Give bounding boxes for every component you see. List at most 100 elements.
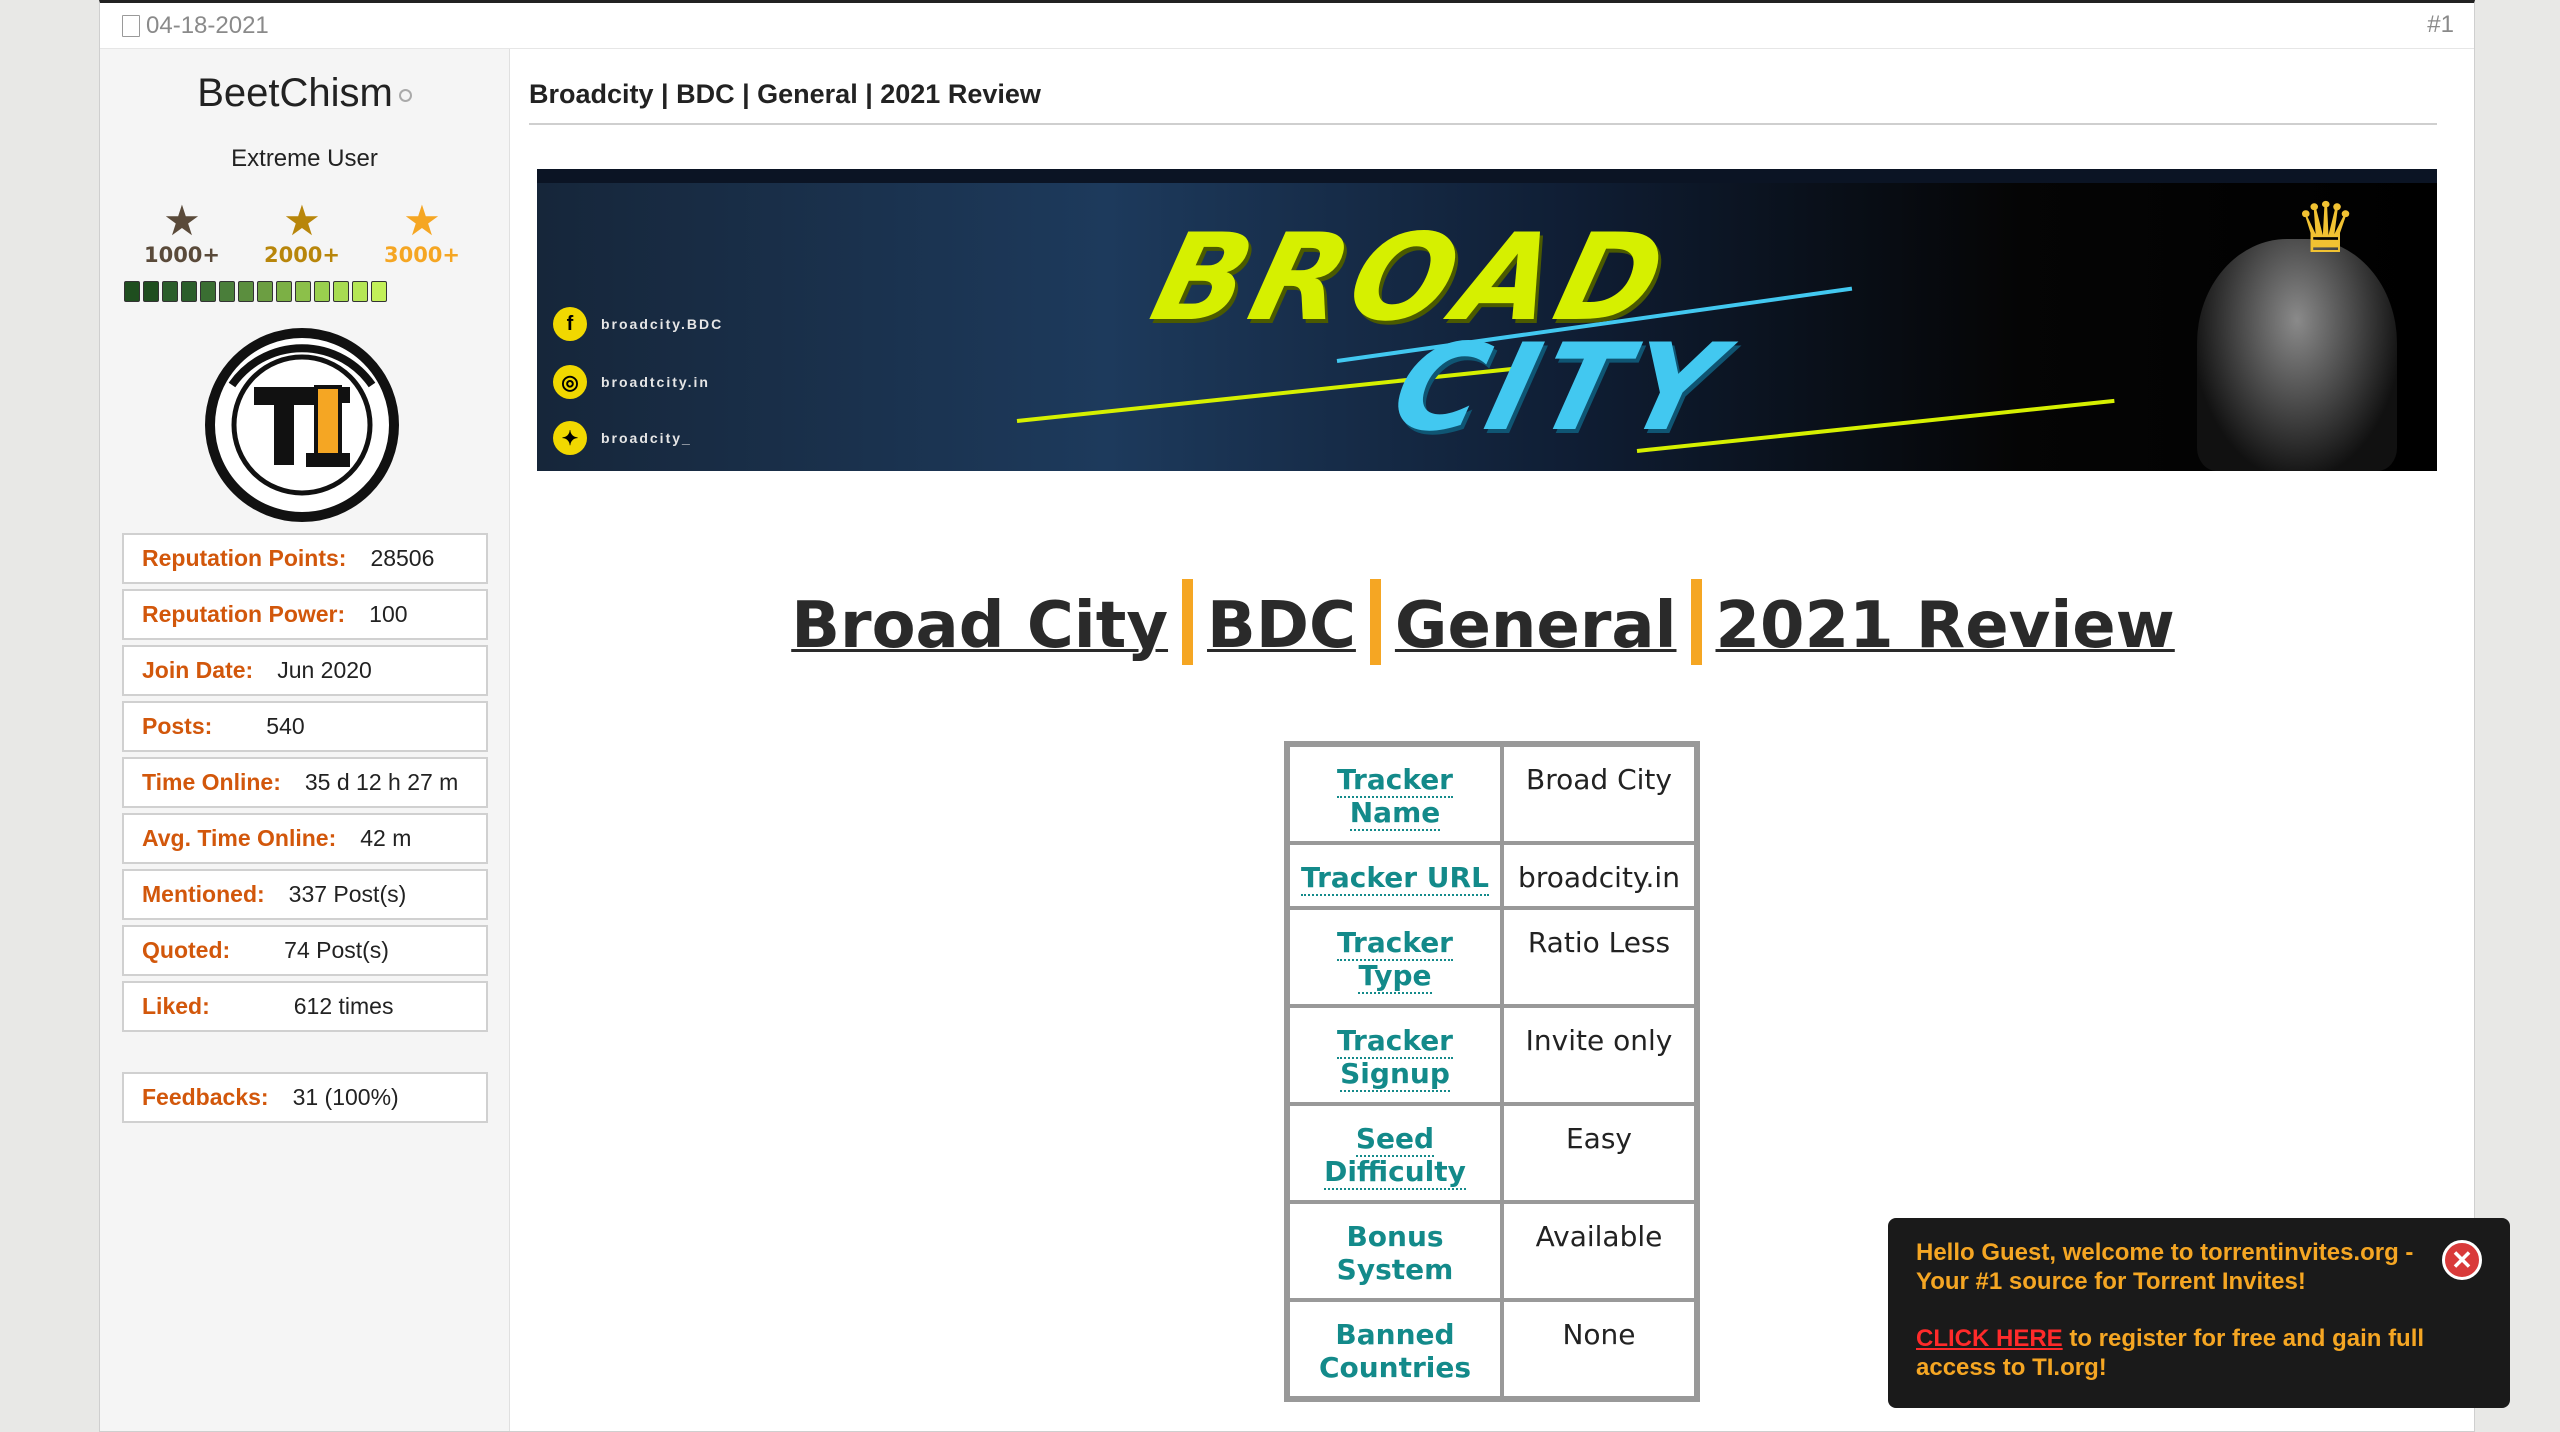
instagram-icon: ◎: [553, 365, 587, 399]
stat-posts: Posts: 540: [122, 701, 488, 752]
popup-welcome-text: Hello Guest, welcome to torrentinvites.o…: [1916, 1239, 2414, 1295]
stat-label: Mentioned:: [142, 881, 265, 907]
post-title: Broadcity | BDC | General | 2021 Review: [529, 79, 1041, 109]
rank-badge-3000: ★ 3000+: [362, 199, 482, 268]
stat-avg-time-online: Avg. Time Online: 42 m: [122, 813, 488, 864]
table-row: Tracker Signup Invite only: [1288, 1006, 1696, 1104]
click-here-link[interactable]: CLICK HERE: [1916, 1325, 2063, 1352]
stat-reputation-power: Reputation Power: 100: [122, 589, 488, 640]
reputation-segment: [143, 281, 159, 302]
close-icon[interactable]: ✕: [2442, 1240, 2482, 1280]
stat-label: Quoted:: [142, 937, 231, 963]
facebook-icon: f: [553, 307, 587, 341]
seed-difficulty-label[interactable]: Seed Difficulty: [1324, 1122, 1466, 1190]
avatar[interactable]: TI: [202, 325, 402, 525]
stat-label: Feedbacks:: [142, 1084, 269, 1110]
rank-badge-2000: ★ 2000+: [242, 197, 362, 268]
heading-separator: [1182, 579, 1194, 665]
row-label[interactable]: Tracker Type: [1288, 908, 1502, 1006]
stat-value: 612 times: [293, 993, 394, 1019]
stat-time-online: Time Online: 35 d 12 h 27 m: [122, 757, 488, 808]
avatar-text: TI: [202, 325, 204, 326]
post-header: 04-18-2021 #1: [100, 3, 2474, 49]
heading-separator: [1690, 579, 1702, 665]
stat-label: Reputation Points:: [142, 545, 347, 571]
row-value: Easy: [1502, 1104, 1696, 1202]
reputation-segment: [181, 281, 197, 302]
rank-label: 1000+: [143, 243, 221, 267]
tracker-info-table: Tracker Name Broad City Tracker URL broa…: [1284, 741, 1700, 1402]
stat-value: 28506: [370, 545, 435, 571]
tracker-name-label[interactable]: Tracker Name: [1337, 763, 1453, 831]
stat-quoted: Quoted: 74 Post(s): [122, 925, 488, 976]
stat-reputation-points: Reputation Points: 28506: [122, 533, 488, 584]
guest-welcome-popup: ✕ Hello Guest, welcome to torrentinvites…: [1888, 1218, 2510, 1408]
heading-part-3: General: [1394, 589, 1677, 663]
stat-value: 337 Post(s): [288, 881, 407, 907]
row-value: Ratio Less: [1502, 908, 1696, 1006]
social-handle: broadtcity.in: [601, 374, 710, 390]
heading-part-1: Broad City: [791, 589, 1169, 663]
row-label: Banned Countries: [1288, 1300, 1502, 1398]
stat-join-date: Join Date: Jun 2020: [122, 645, 488, 696]
reputation-segment: [276, 281, 292, 302]
popup-register-text: CLICK HERE to register for free and gain…: [1916, 1324, 2482, 1382]
stat-feedbacks[interactable]: Feedbacks: 31 (100%): [122, 1072, 488, 1123]
banner-top-strip: [537, 169, 2437, 183]
reputation-segment: [238, 281, 254, 302]
user-info-sidebar: BeetChism Extreme User ★ 1000+ ★ 2000+ ★…: [100, 49, 510, 1431]
twitter-icon: ✦: [553, 421, 587, 455]
table-row: Banned Countries None: [1288, 1300, 1696, 1398]
banner-social-facebook: f broadcity.BDC: [553, 307, 723, 341]
reputation-segment: [333, 281, 349, 302]
social-handle: broadcity.BDC: [601, 316, 724, 332]
table-row: Tracker URL broadcity.in: [1288, 843, 1696, 908]
reputation-segment: [200, 281, 216, 302]
row-value: Broad City: [1502, 745, 1696, 843]
rank-badge-1000: ★ 1000+: [122, 197, 242, 268]
tracker-url-label[interactable]: Tracker URL: [1301, 861, 1489, 896]
star-icon: ★: [163, 197, 201, 244]
reputation-segment: [314, 281, 330, 302]
stat-label: Liked:: [142, 993, 210, 1019]
reputation-segment: [371, 281, 387, 302]
stat-value: 31 (100%): [292, 1084, 399, 1110]
lion-image: [2197, 239, 2397, 471]
heading-part-2: BDC: [1207, 589, 1356, 663]
post-number-link[interactable]: #1: [2427, 11, 2454, 39]
post-date-wrap: 04-18-2021: [122, 12, 269, 40]
stat-value: 74 Post(s): [284, 937, 389, 963]
row-label[interactable]: Tracker URL: [1288, 843, 1502, 908]
offline-status-icon: [398, 88, 412, 102]
table-row: Bonus System Available: [1288, 1202, 1696, 1300]
user-stats: Reputation Points: 28506 Reputation Powe…: [122, 533, 488, 1128]
reputation-segment: [295, 281, 311, 302]
table-row: Tracker Type Ratio Less: [1288, 908, 1696, 1006]
stat-label: Posts:: [142, 713, 213, 739]
stat-value: Jun 2020: [277, 657, 372, 683]
row-label[interactable]: Tracker Signup: [1288, 1006, 1502, 1104]
tracker-banner-image: f broadcity.BDC ◎ broadtcity.in ✦ broadc…: [529, 169, 2437, 471]
tracker-type-label[interactable]: Tracker Type: [1337, 926, 1453, 994]
row-value: Invite only: [1502, 1006, 1696, 1104]
stat-label: Time Online:: [142, 769, 281, 795]
reputation-segment: [257, 281, 273, 302]
stat-liked: Liked: 612 times: [122, 981, 488, 1032]
reputation-segment: [352, 281, 368, 302]
username-link[interactable]: BeetChism: [197, 71, 393, 115]
row-value: Available: [1502, 1202, 1696, 1300]
star-icon: ★: [283, 197, 321, 244]
title-divider: [529, 123, 2437, 125]
stat-label: Reputation Power:: [142, 601, 346, 627]
stat-value: 35 d 12 h 27 m: [304, 769, 459, 795]
banner-social-twitter: ✦ broadcity_: [553, 421, 692, 455]
banner-word-city: CITY: [1379, 319, 1740, 458]
social-handle: broadcity_: [601, 430, 692, 446]
stat-label: Avg. Time Online:: [142, 825, 337, 851]
row-label[interactable]: Seed Difficulty: [1288, 1104, 1502, 1202]
row-label[interactable]: Tracker Name: [1288, 745, 1502, 843]
table-row: Seed Difficulty Easy: [1288, 1104, 1696, 1202]
reputation-bar: [124, 281, 387, 302]
heading-separator: [1369, 579, 1381, 665]
tracker-signup-label[interactable]: Tracker Signup: [1337, 1024, 1453, 1092]
